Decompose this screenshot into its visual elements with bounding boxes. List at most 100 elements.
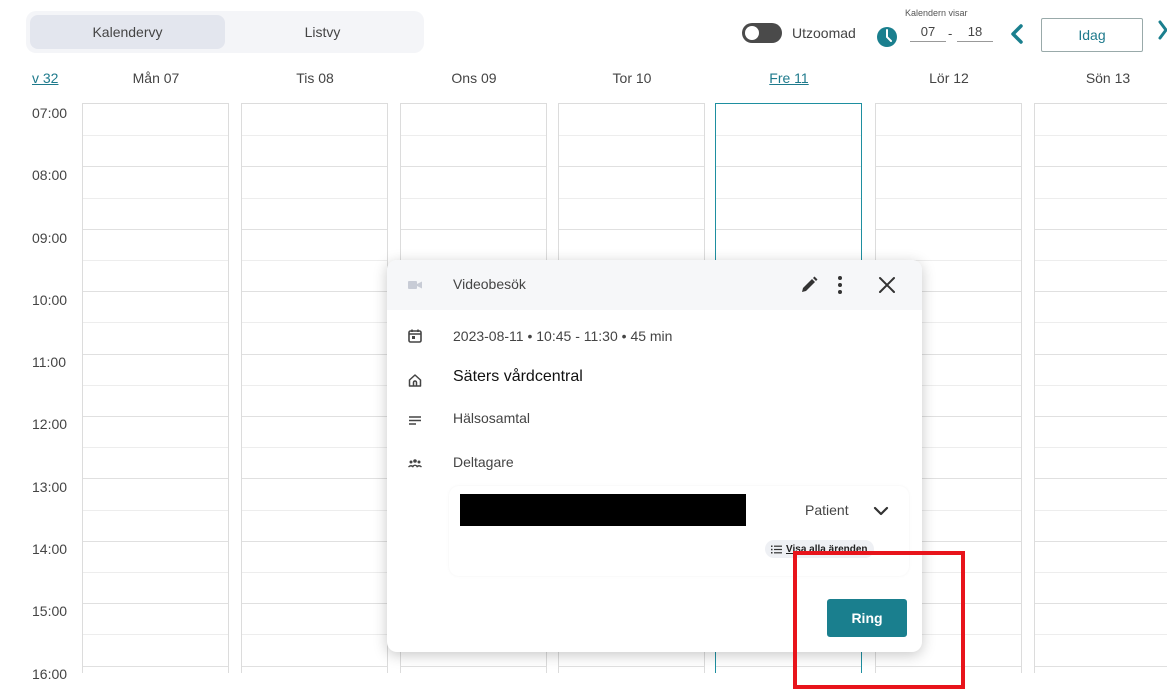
hour-line	[242, 540, 387, 542]
day-header-wed[interactable]: Ons 09	[400, 70, 548, 86]
appointment-category: Hälsosamtal	[453, 410, 531, 426]
half-hour-line	[559, 197, 704, 199]
appointment-time: 10:45 - 11:30	[536, 328, 618, 344]
today-button[interactable]: Idag	[1041, 18, 1143, 52]
hour-line	[242, 228, 387, 230]
hour-line	[242, 603, 387, 605]
hour-line	[1035, 478, 1167, 480]
tab-calendar-view[interactable]: Kalendervy	[30, 15, 225, 49]
dot-separator: •	[527, 328, 537, 344]
hour-label: 12:00	[32, 416, 68, 432]
half-hour-line	[1035, 572, 1167, 573]
people-icon	[408, 459, 422, 468]
zoom-switch[interactable]	[742, 23, 782, 43]
hour-line	[716, 166, 861, 168]
hour-line	[401, 166, 546, 168]
half-hour-line	[83, 322, 228, 324]
hour-line	[242, 416, 387, 417]
half-hour-line	[242, 634, 387, 636]
calendar-icon	[408, 329, 422, 343]
view-toggle: Kalendervy Listvy	[26, 11, 424, 53]
week-number-link[interactable]: v 32	[32, 70, 58, 86]
hour-line	[1035, 540, 1167, 542]
hour-line	[242, 353, 387, 355]
hour-line	[401, 228, 546, 230]
range-to-input[interactable]: 18	[957, 24, 993, 42]
hour-line	[1035, 228, 1167, 230]
hour-line	[401, 665, 546, 667]
chevron-left-icon	[1011, 24, 1023, 44]
hour-line	[559, 228, 704, 230]
list-icon	[771, 545, 782, 553]
half-hour-line	[401, 197, 546, 199]
half-hour-line	[1035, 322, 1167, 324]
half-hour-line	[83, 197, 228, 199]
tab-list-view[interactable]: Listvy	[225, 15, 420, 49]
day-column-tue[interactable]	[241, 103, 388, 673]
hour-label: 09:00	[32, 230, 68, 246]
zoom-toggle[interactable]: Utzoomad	[742, 23, 856, 43]
half-hour-line	[242, 322, 387, 324]
half-hour-line	[83, 509, 228, 511]
hour-label: 16:00	[32, 666, 68, 682]
hour-label: 11:00	[32, 354, 66, 370]
half-hour-line	[83, 572, 228, 573]
half-hour-line	[242, 447, 387, 449]
next-week-button[interactable]	[1158, 20, 1167, 48]
day-header-sat[interactable]: Lör 12	[875, 70, 1023, 86]
appointment-datetime: 2023-08-11 • 10:45 - 11:30 • 45 min	[453, 328, 672, 344]
close-icon[interactable]	[877, 275, 897, 295]
popup-header: Videobesök	[387, 260, 922, 310]
participant-role: Patient	[805, 502, 849, 518]
half-hour-line	[876, 135, 1021, 137]
hour-line	[1035, 353, 1167, 355]
hour-label: 08:00	[32, 167, 68, 183]
appointment-date: 2023-08-11	[453, 328, 524, 344]
hour-label: 10:00	[32, 292, 68, 308]
half-hour-line	[83, 634, 228, 636]
hour-line	[1035, 416, 1167, 417]
day-header-mon[interactable]: Mån 07	[82, 70, 230, 86]
half-hour-line	[83, 260, 228, 261]
half-hour-line	[242, 384, 387, 386]
range-separator: -	[948, 26, 953, 41]
half-hour-line	[401, 135, 546, 137]
hour-line	[716, 228, 861, 230]
half-hour-line	[876, 197, 1021, 199]
hour-line	[83, 166, 228, 168]
half-hour-line	[1035, 260, 1167, 261]
zoom-label: Utzoomad	[792, 25, 856, 41]
hour-label: 14:00	[32, 541, 68, 557]
half-hour-line	[242, 260, 387, 261]
half-hour-line	[716, 197, 861, 199]
participants-label: Deltagare	[453, 454, 514, 470]
day-header-tue[interactable]: Tis 08	[241, 70, 389, 86]
day-column-sun[interactable]	[1034, 103, 1167, 673]
chevron-down-icon[interactable]	[872, 502, 890, 520]
day-header-thu[interactable]: Tor 10	[558, 70, 706, 86]
half-hour-line	[83, 447, 228, 449]
half-hour-line	[1035, 135, 1167, 137]
chevron-right-icon	[1158, 20, 1167, 40]
half-hour-line	[242, 572, 387, 573]
pencil-icon[interactable]	[799, 275, 819, 295]
range-from-input[interactable]: 07	[910, 24, 946, 42]
more-vertical-icon[interactable]	[834, 273, 846, 297]
hour-line	[876, 166, 1021, 168]
day-header-sun[interactable]: Sön 13	[1034, 70, 1167, 86]
notes-icon	[409, 416, 421, 425]
half-hour-line	[716, 135, 861, 137]
hour-line	[242, 166, 387, 168]
appointment-location: Säters vårdcentral	[453, 368, 583, 385]
half-hour-line	[1035, 384, 1167, 386]
day-column-mon[interactable]	[82, 103, 229, 673]
hour-line	[83, 478, 228, 480]
hour-line	[83, 540, 228, 542]
day-header-fri[interactable]: Fre 11	[715, 70, 863, 86]
hour-line	[1035, 291, 1167, 293]
hour-line	[242, 665, 387, 667]
hour-line	[876, 228, 1021, 230]
previous-week-button[interactable]	[1006, 20, 1028, 48]
half-hour-line	[1035, 509, 1167, 511]
hour-line	[83, 665, 228, 667]
